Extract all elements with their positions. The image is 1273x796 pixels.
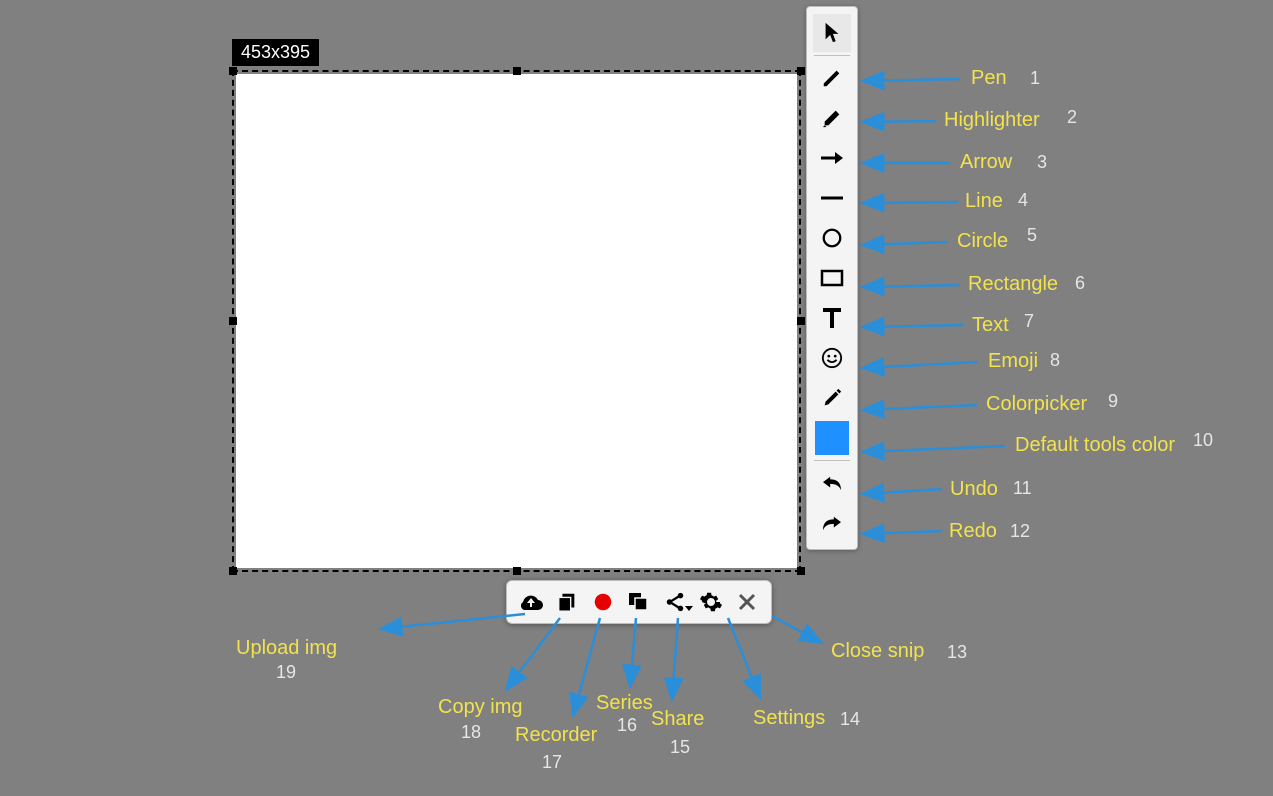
label-pen: Pen bbox=[971, 67, 1007, 90]
record-button[interactable] bbox=[585, 584, 621, 620]
arrow-icon bbox=[820, 151, 844, 165]
num-redo: 12 bbox=[1010, 521, 1030, 542]
cloud-upload-icon bbox=[518, 592, 544, 612]
upload-button[interactable] bbox=[513, 584, 549, 620]
num-default-color: 10 bbox=[1193, 430, 1213, 451]
label-emoji: Emoji bbox=[988, 350, 1038, 373]
resize-handle-ne[interactable] bbox=[797, 67, 805, 75]
label-close: Close snip bbox=[831, 640, 924, 663]
label-share: Share bbox=[651, 708, 704, 731]
gear-icon bbox=[699, 590, 723, 614]
record-icon bbox=[592, 591, 614, 613]
arrow-tool[interactable] bbox=[813, 139, 851, 177]
copy-icon bbox=[556, 591, 578, 613]
num-share: 15 bbox=[670, 737, 690, 758]
pen-icon bbox=[821, 67, 843, 89]
default-color-swatch[interactable] bbox=[815, 421, 849, 455]
toolbar-divider bbox=[814, 55, 850, 56]
resize-handle-w[interactable] bbox=[229, 317, 237, 325]
series-button[interactable] bbox=[621, 584, 657, 620]
undo-icon bbox=[821, 474, 843, 492]
num-rectangle: 6 bbox=[1075, 273, 1085, 294]
pen-tool[interactable] bbox=[813, 59, 851, 97]
label-rectangle: Rectangle bbox=[968, 273, 1058, 296]
rectangle-tool[interactable] bbox=[813, 259, 851, 297]
resize-handle-s[interactable] bbox=[513, 567, 521, 575]
text-icon bbox=[822, 307, 842, 329]
undo-button[interactable] bbox=[813, 464, 851, 502]
num-recorder: 17 bbox=[542, 752, 562, 773]
close-button[interactable] bbox=[729, 584, 765, 620]
label-text: Text bbox=[972, 314, 1009, 337]
num-colorpicker: 9 bbox=[1108, 391, 1118, 412]
cursor-icon bbox=[822, 22, 842, 44]
capture-canvas bbox=[236, 74, 797, 568]
eyedropper-icon bbox=[821, 387, 843, 409]
num-pen: 1 bbox=[1030, 68, 1040, 89]
text-tool[interactable] bbox=[813, 299, 851, 337]
settings-button[interactable] bbox=[693, 584, 729, 620]
close-icon bbox=[737, 592, 757, 612]
resize-handle-nw[interactable] bbox=[229, 67, 237, 75]
resize-handle-sw[interactable] bbox=[229, 567, 237, 575]
circle-icon bbox=[821, 227, 843, 249]
num-emoji: 8 bbox=[1050, 350, 1060, 371]
num-copy: 18 bbox=[461, 722, 481, 743]
label-settings: Settings bbox=[753, 707, 825, 730]
highlighter-icon bbox=[821, 107, 843, 129]
annotation-toolbar bbox=[806, 6, 858, 550]
label-undo: Undo bbox=[950, 478, 998, 501]
label-line: Line bbox=[965, 190, 1003, 213]
label-default-color: Default tools color bbox=[1015, 434, 1175, 457]
num-series: 16 bbox=[617, 715, 637, 736]
resize-handle-n[interactable] bbox=[513, 67, 521, 75]
share-icon bbox=[664, 591, 686, 613]
num-line: 4 bbox=[1018, 190, 1028, 211]
num-upload: 19 bbox=[276, 662, 296, 683]
redo-button[interactable] bbox=[813, 504, 851, 542]
label-series: Series bbox=[596, 692, 653, 715]
action-toolbar bbox=[506, 580, 772, 624]
colorpicker-tool[interactable] bbox=[813, 379, 851, 417]
label-copy: Copy img bbox=[438, 696, 522, 719]
label-colorpicker: Colorpicker bbox=[986, 393, 1087, 416]
copy-button[interactable] bbox=[549, 584, 585, 620]
rectangle-icon bbox=[820, 269, 844, 287]
toolbar-divider bbox=[814, 460, 850, 461]
num-undo: 11 bbox=[1013, 478, 1032, 499]
label-upload: Upload img bbox=[236, 637, 337, 660]
share-button[interactable] bbox=[657, 584, 693, 620]
share-dropdown-caret bbox=[685, 606, 693, 611]
num-text: 7 bbox=[1024, 311, 1034, 332]
resize-handle-e[interactable] bbox=[797, 317, 805, 325]
emoji-tool[interactable] bbox=[813, 339, 851, 377]
label-redo: Redo bbox=[949, 520, 997, 543]
label-circle: Circle bbox=[957, 230, 1008, 253]
label-highlighter: Highlighter bbox=[944, 109, 1040, 132]
redo-icon bbox=[821, 514, 843, 532]
num-close: 13 bbox=[947, 642, 967, 663]
label-arrow: Arrow bbox=[960, 151, 1012, 174]
selection-dimensions-badge: 453x395 bbox=[232, 39, 319, 66]
label-recorder: Recorder bbox=[515, 724, 597, 747]
line-tool[interactable] bbox=[813, 179, 851, 217]
num-highlighter: 2 bbox=[1067, 107, 1077, 128]
stage: 453x395 bbox=[0, 0, 1273, 796]
series-icon bbox=[627, 591, 651, 613]
cursor-tool[interactable] bbox=[813, 14, 851, 52]
num-arrow: 3 bbox=[1037, 152, 1047, 173]
emoji-icon bbox=[821, 347, 843, 369]
highlighter-tool[interactable] bbox=[813, 99, 851, 137]
num-settings: 14 bbox=[840, 709, 860, 730]
resize-handle-se[interactable] bbox=[797, 567, 805, 575]
circle-tool[interactable] bbox=[813, 219, 851, 257]
line-icon bbox=[820, 195, 844, 201]
num-circle: 5 bbox=[1027, 225, 1037, 246]
